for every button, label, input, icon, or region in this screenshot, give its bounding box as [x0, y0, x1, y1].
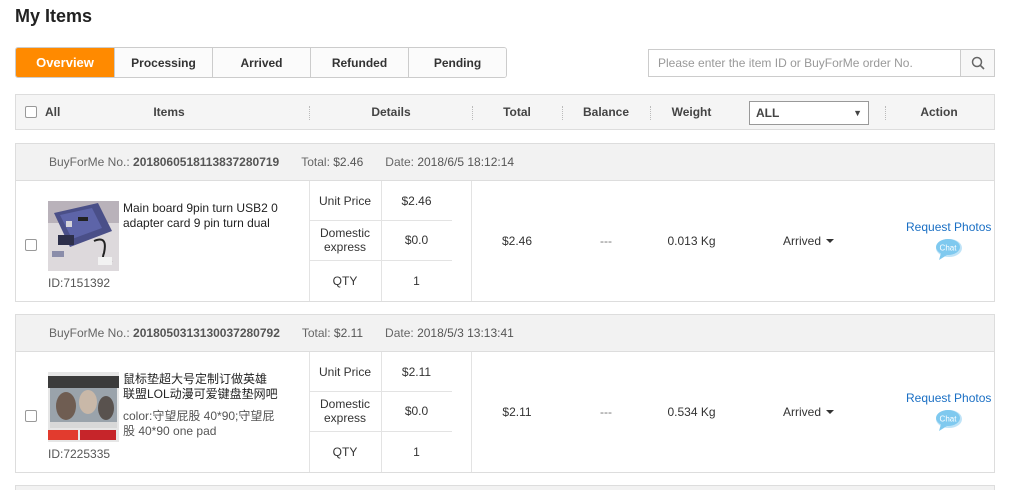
domestic-express-value: $0.0	[404, 404, 429, 418]
chat-button[interactable]: Chat	[935, 238, 963, 265]
domestic-express-value: $0.0	[404, 233, 429, 247]
item-thumbnail[interactable]	[48, 201, 119, 271]
item-status: Arrived	[783, 234, 822, 248]
search-icon	[971, 56, 985, 70]
chat-bubble-icon: Chat	[936, 239, 962, 260]
order-total-label: Total:	[301, 155, 330, 169]
request-photos-link[interactable]: Request Photos	[906, 220, 991, 234]
search-box	[648, 49, 995, 77]
tab-refunded[interactable]: Refunded	[310, 48, 408, 77]
qty-label: QTY	[332, 273, 358, 288]
item-balance: ---	[600, 405, 612, 419]
table-header: All Items Details Total Balance Weight A…	[15, 94, 995, 130]
tab-processing[interactable]: Processing	[114, 48, 212, 77]
item-checkbox[interactable]	[25, 239, 37, 251]
caret-down-icon	[826, 410, 835, 414]
order-total-label: Total:	[301, 326, 331, 340]
order-date: 2018/6/5 18:12:14	[417, 155, 515, 169]
chat-button[interactable]: Chat	[935, 409, 963, 436]
item-id: ID:7225335	[48, 447, 111, 461]
status-filter-value: ALL	[756, 106, 780, 120]
qty-value: 1	[413, 444, 420, 459]
page-title: My Items	[15, 6, 93, 26]
column-items: Items	[153, 105, 185, 119]
item-checkbox[interactable]	[25, 410, 37, 422]
search-button[interactable]	[960, 50, 994, 76]
order-total: $2.11	[333, 326, 364, 340]
select-all-label: All	[45, 105, 61, 119]
unit-price-value: $2.11	[401, 364, 432, 379]
item-status: Arrived	[783, 405, 822, 419]
tab-overview[interactable]: Overview	[16, 48, 114, 77]
header-divider	[562, 106, 563, 120]
column-total: Total	[503, 105, 531, 119]
header-divider	[885, 106, 886, 120]
unit-price-label: Unit Price	[318, 364, 371, 379]
item-balance: ---	[600, 234, 612, 248]
item-title[interactable]: 鼠标垫超大号定制订做英雄联盟LOL动漫可爱键盘垫网吧游戏	[123, 372, 278, 402]
order-no-label: BuyForMe No.:	[49, 326, 130, 340]
order-number: 2018050313130037280792	[133, 326, 280, 340]
qty-label: QTY	[332, 444, 358, 459]
chat-label: Chat	[940, 244, 958, 253]
unit-price-label: Unit Price	[318, 193, 371, 208]
search-input[interactable]	[649, 50, 960, 76]
header-divider	[309, 106, 310, 120]
order-card: BuyForMe No.: 2018060518113837280719 Tot…	[15, 143, 995, 302]
tab-pending[interactable]: Pending	[408, 48, 506, 77]
item-total: $2.46	[501, 234, 533, 248]
chat-label: Chat	[940, 415, 958, 424]
item-status-dropdown[interactable]: Arrived	[783, 352, 835, 472]
caret-down-icon	[826, 239, 835, 243]
order-no-label: BuyForMe No.:	[49, 155, 130, 169]
column-weight: Weight	[671, 105, 712, 119]
status-filter-select[interactable]: ALL ▼	[749, 101, 869, 125]
item-title[interactable]: Main board 9pin turn USB2 0 adapter card…	[123, 201, 278, 233]
order-item-row: Main board 9pin turn USB2 0 adapter card…	[16, 181, 994, 301]
order-date-label: Date:	[385, 326, 414, 340]
order-number: 2018060518113837280719	[133, 155, 280, 169]
unit-price-value: $2.46	[401, 193, 432, 208]
header-divider	[472, 106, 473, 120]
header-divider	[650, 106, 651, 120]
order-item-row: 鼠标垫超大号定制订做英雄联盟LOL动漫可爱键盘垫网吧游戏 color:守望屁股 …	[16, 352, 994, 472]
item-status-dropdown[interactable]: Arrived	[783, 181, 835, 301]
item-spec: color:守望屁股 40*90;守望屁股 40*90 one pad	[123, 409, 275, 438]
order-header: BuyForMe No.: 2018050313130037280792 Tot…	[16, 315, 994, 352]
chat-bubble-icon: Chat	[936, 410, 962, 431]
status-tabs: Overview Processing Arrived Refunded Pen…	[15, 47, 507, 78]
item-id: ID:7151392	[48, 276, 111, 290]
qty-value: 1	[413, 273, 420, 288]
tab-arrived[interactable]: Arrived	[212, 48, 310, 77]
column-details: Details	[371, 105, 411, 119]
request-photos-link[interactable]: Request Photos	[906, 391, 991, 405]
order-date-label: Date:	[385, 155, 414, 169]
select-all-checkbox[interactable]	[25, 106, 37, 118]
select-all-group: All	[25, 95, 60, 129]
item-weight: 0.534 Kg	[667, 405, 716, 419]
domestic-express-label: Domestic express	[319, 397, 370, 425]
item-weight: 0.013 Kg	[667, 234, 716, 248]
dropdown-arrow-icon: ▼	[853, 108, 862, 118]
column-balance: Balance	[582, 105, 630, 119]
order-total: $2.46	[333, 155, 364, 169]
order-header: BuyForMe No.: 2018060518113837280719 Tot…	[16, 144, 994, 181]
item-thumbnail[interactable]	[48, 372, 119, 442]
item-total: $2.11	[502, 405, 532, 419]
order-card-partial	[15, 485, 995, 490]
order-date: 2018/5/3 13:13:41	[417, 326, 514, 340]
order-card: BuyForMe No.: 2018050313130037280792 Tot…	[15, 314, 995, 473]
domestic-express-label: Domestic express	[319, 226, 370, 254]
column-action: Action	[920, 105, 958, 119]
